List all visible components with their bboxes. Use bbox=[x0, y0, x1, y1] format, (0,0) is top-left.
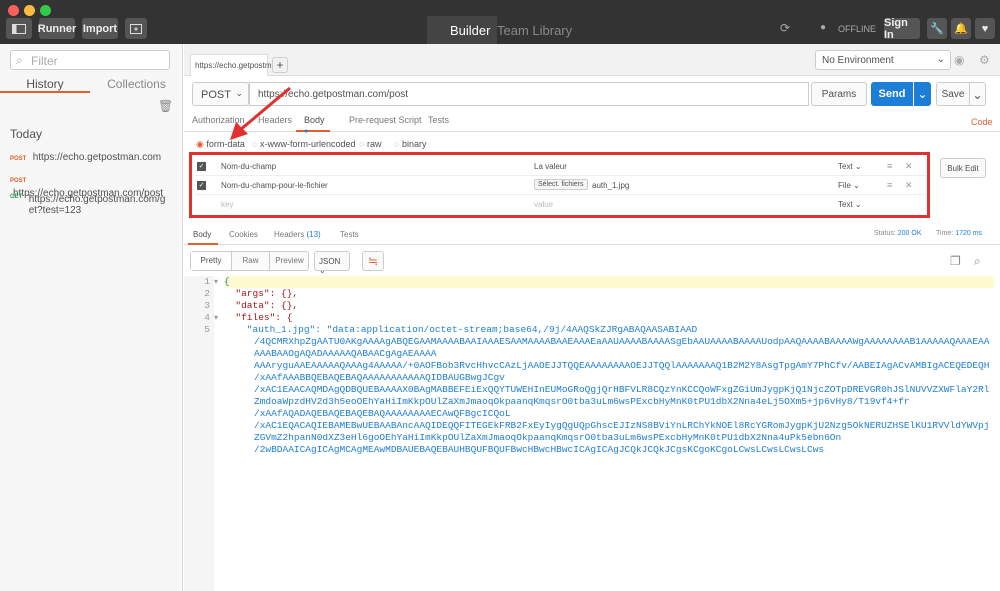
line-numbers: 12345 bbox=[184, 276, 214, 591]
runner-button[interactable]: Runner bbox=[38, 18, 76, 39]
resp-tab-body[interactable]: Body bbox=[188, 227, 218, 245]
save-button[interactable]: Save bbox=[936, 82, 970, 106]
request-tab[interactable]: https://echo.getpostm bbox=[190, 54, 272, 76]
new-window-icon bbox=[130, 23, 142, 34]
active-dot-icon: ● bbox=[304, 128, 309, 135]
response-code-area[interactable]: 12345 ▾ ▾ { "args": {}, "data": {}, "file… bbox=[184, 276, 1000, 591]
minimize-window-icon[interactable] bbox=[24, 5, 35, 16]
tab-tests[interactable]: Tests bbox=[428, 115, 449, 125]
tab-collections[interactable]: Collections bbox=[90, 71, 183, 93]
params-button[interactable]: Params bbox=[811, 82, 867, 106]
url-input[interactable]: https://echo.getpostman.com/post bbox=[249, 82, 809, 106]
send-options-icon[interactable]: ⌄ bbox=[913, 82, 931, 106]
tab-pre-request-script[interactable]: Pre-request Script bbox=[349, 115, 422, 125]
radio-raw[interactable]: ○ raw bbox=[359, 139, 381, 149]
filter-input[interactable]: ⌕ Filter bbox=[10, 50, 170, 70]
builder-tab[interactable]: Builder bbox=[450, 23, 490, 38]
view-raw-button[interactable]: Raw bbox=[231, 252, 269, 270]
add-tab-icon[interactable]: + bbox=[272, 57, 288, 73]
tab-body[interactable]: Body ● bbox=[296, 112, 330, 135]
fold-markers: ▾ ▾ bbox=[214, 277, 219, 322]
filter-placeholder: Filter bbox=[31, 54, 58, 68]
sidebar-toggle-button[interactable] bbox=[6, 18, 32, 39]
sign-in-button[interactable]: Sign In bbox=[884, 17, 920, 41]
search-response-icon[interactable]: ⌕ bbox=[974, 254, 981, 269]
annotation-highlight-box bbox=[189, 152, 930, 218]
radio-selected-icon: ◉ bbox=[196, 139, 204, 149]
eye-icon[interactable]: ◉ bbox=[954, 53, 964, 67]
radio-icon: ○ bbox=[394, 139, 400, 149]
trash-icon[interactable]: 🗑 bbox=[158, 99, 173, 113]
maximize-window-icon[interactable] bbox=[40, 5, 51, 16]
favorite-icon[interactable]: ♥ bbox=[975, 18, 995, 39]
code-text: { "args": {}, "data": {}, "files": { "au… bbox=[224, 276, 994, 456]
bulk-edit-button[interactable]: Bulk Edit bbox=[940, 158, 986, 178]
view-pretty-button[interactable]: Pretty bbox=[191, 252, 231, 270]
view-preview-button[interactable]: Preview bbox=[269, 252, 309, 270]
resp-tab-cookies[interactable]: Cookies bbox=[229, 230, 258, 239]
annotation-arrow bbox=[230, 86, 291, 140]
list-item[interactable]: GET https://echo.getpostman.com/get?test… bbox=[10, 194, 170, 216]
sync-icon[interactable]: ⟳ bbox=[780, 21, 790, 35]
resp-tab-tests[interactable]: Tests bbox=[340, 230, 359, 239]
title-bar: Runner Import Builder Team Library ⟳ ● O… bbox=[0, 0, 1000, 44]
offline-label: OFFLINE bbox=[838, 24, 877, 34]
tab-history[interactable]: History bbox=[0, 71, 90, 93]
radio-binary[interactable]: ○ binary bbox=[394, 139, 426, 149]
gear-icon[interactable]: ⚙ bbox=[979, 53, 990, 67]
send-button[interactable]: Send bbox=[871, 82, 913, 106]
offline-icon: ● bbox=[820, 22, 827, 33]
new-tab-button[interactable] bbox=[125, 18, 147, 39]
radio-icon: ○ bbox=[359, 139, 365, 149]
environment-select[interactable]: No Environment ⌄ bbox=[815, 50, 951, 70]
chevron-down-icon: ⌄ bbox=[936, 54, 945, 65]
format-select[interactable]: JSON ⌄ bbox=[314, 251, 350, 275]
sidebar-icon bbox=[12, 23, 26, 34]
copy-icon[interactable]: ❐ bbox=[950, 254, 961, 268]
sidebar: ⌕ Filter History Collections 🗑 Today POS… bbox=[0, 44, 183, 591]
team-library-tab[interactable]: Team Library bbox=[497, 23, 572, 38]
wrap-icon[interactable]: ≒ bbox=[362, 251, 384, 271]
import-button[interactable]: Import bbox=[82, 18, 118, 39]
status-readout: Status: 200 OK bbox=[874, 230, 922, 237]
view-mode-group: Pretty Raw Preview bbox=[190, 251, 309, 271]
code-link[interactable]: Code bbox=[971, 117, 993, 127]
search-icon: ⌕ bbox=[16, 53, 23, 67]
settings-icon[interactable]: 🔧 bbox=[927, 18, 947, 39]
save-options-icon[interactable]: ⌄ bbox=[970, 82, 986, 106]
resp-tab-headers[interactable]: Headers (13) bbox=[274, 230, 321, 239]
main-pane: https://echo.getpostm + No Environment ⌄… bbox=[184, 44, 1000, 591]
time-readout: Time: 1720 ms bbox=[936, 230, 983, 237]
close-window-icon[interactable] bbox=[8, 5, 19, 16]
notifications-icon[interactable]: 🔔 bbox=[951, 18, 971, 39]
section-today: Today bbox=[10, 127, 43, 141]
list-item[interactable]: POST https://echo.getpostman.com bbox=[10, 149, 180, 163]
